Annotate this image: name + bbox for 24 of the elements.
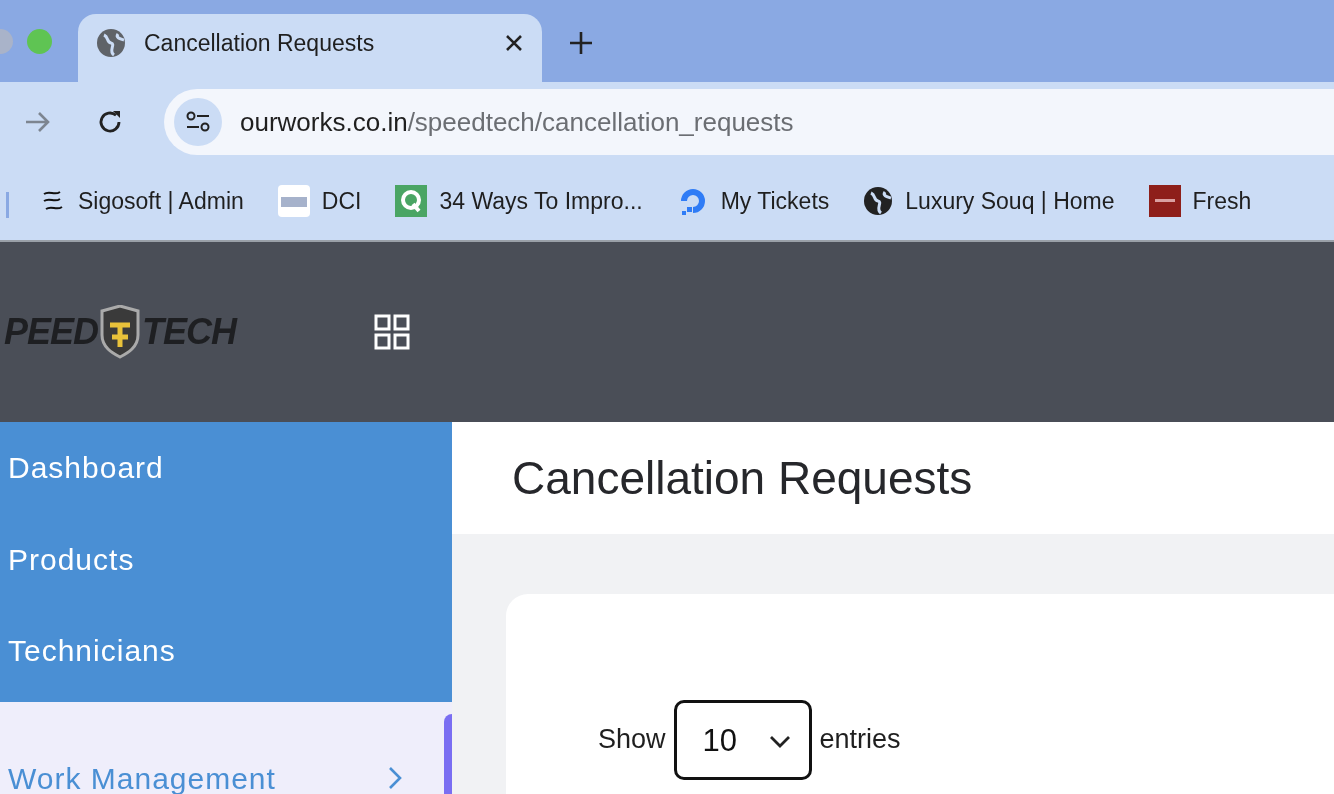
q-logo-icon [395, 185, 428, 217]
show-label: Show [598, 724, 666, 755]
chevron-down-icon [769, 735, 792, 749]
entries-select[interactable]: 10 [673, 700, 812, 780]
bookmark-link[interactable]: 34 Ways To Impro... [439, 187, 643, 215]
bookmark-link[interactable]: Sigosoft | Admin [78, 187, 244, 215]
address-bar[interactable]: ourworks.co.in/speedtech/cancellation_requests [164, 89, 1334, 155]
page-title: Cancellation Requests [452, 422, 1334, 534]
globe-icon [863, 186, 894, 216]
bookmark-link[interactable]: DCI [321, 187, 362, 215]
forward-arrow-icon[interactable] [24, 110, 52, 134]
site-settings-icon[interactable] [174, 98, 222, 146]
globe-icon [96, 28, 126, 58]
new-tab-icon[interactable] [568, 30, 594, 56]
dci-logo-icon [277, 185, 310, 217]
bookmark-link[interactable]: My Tickets [720, 187, 830, 215]
thumbnail-icon [1148, 185, 1181, 217]
bookmark-link[interactable]: Luxury Souq | Home [905, 187, 1115, 215]
browser-tab[interactable]: Cancellation Requests [78, 14, 542, 82]
grid-menu-icon[interactable] [374, 314, 410, 350]
url-text: ourworks.co.in/speedtech/cancellation_requests [240, 106, 794, 138]
bookmark-link[interactable]: Fresh [1192, 187, 1252, 215]
close-icon[interactable] [504, 33, 524, 53]
entries-label: entries [819, 724, 901, 755]
